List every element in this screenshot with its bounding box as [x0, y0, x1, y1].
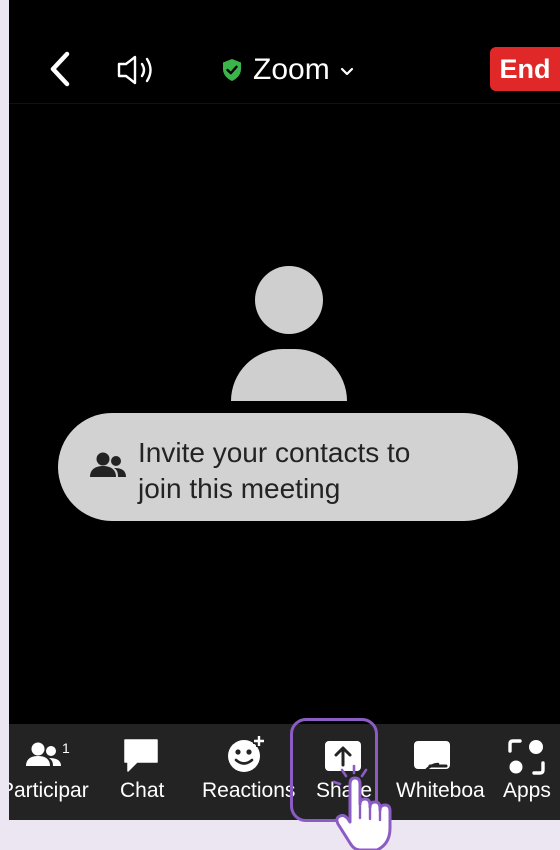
apps-icon [508, 739, 545, 775]
participants-label: Participar [9, 779, 89, 802]
participants-count: 1 [62, 740, 70, 756]
reaction-add-icon [228, 735, 265, 772]
shield-check-icon [223, 59, 241, 81]
invite-text-line-2: join this meeting [138, 473, 341, 504]
meeting-screen: Zoom End Invite your contacts to join th… [9, 0, 560, 820]
apps-button[interactable]: Apps [499, 724, 560, 820]
whiteboard-label: Whiteboa [396, 779, 485, 802]
chat-label: Chat [120, 779, 165, 802]
people-icon [90, 452, 126, 477]
share-button[interactable]: Share [299, 724, 385, 820]
reactions-label: Reactions [202, 779, 296, 802]
speaker-button[interactable] [115, 53, 163, 87]
avatar-body [231, 349, 347, 401]
meeting-title-dropdown[interactable]: Zoom [221, 50, 354, 90]
back-icon [50, 51, 70, 87]
top-bar: Zoom End [9, 0, 560, 104]
share-label: Share [316, 779, 373, 802]
back-button[interactable] [43, 50, 77, 88]
invite-contacts-banner[interactable]: Invite your contacts to join this meetin… [58, 413, 518, 521]
bottom-toolbar: 1 Participar Chat Reactions [9, 724, 560, 820]
invite-text: Invite your contacts to join this meetin… [138, 435, 468, 507]
chat-button[interactable]: Chat [109, 724, 179, 820]
whiteboard-button[interactable]: Whiteboa [387, 724, 487, 820]
speaker-icon [117, 55, 152, 85]
share-upload-icon [325, 741, 361, 771]
apps-label: Apps [503, 779, 551, 802]
reactions-button[interactable]: Reactions [189, 724, 295, 820]
meeting-title: Zoom [253, 53, 330, 86]
invite-text-line-1: Invite your contacts to [138, 437, 411, 468]
avatar [255, 266, 323, 334]
chat-bubble-icon [124, 739, 158, 772]
whiteboard-icon [414, 741, 450, 772]
participants-button[interactable]: 1 Participar [9, 724, 99, 820]
end-button[interactable]: End [490, 47, 560, 91]
chevron-down-icon [340, 67, 353, 76]
